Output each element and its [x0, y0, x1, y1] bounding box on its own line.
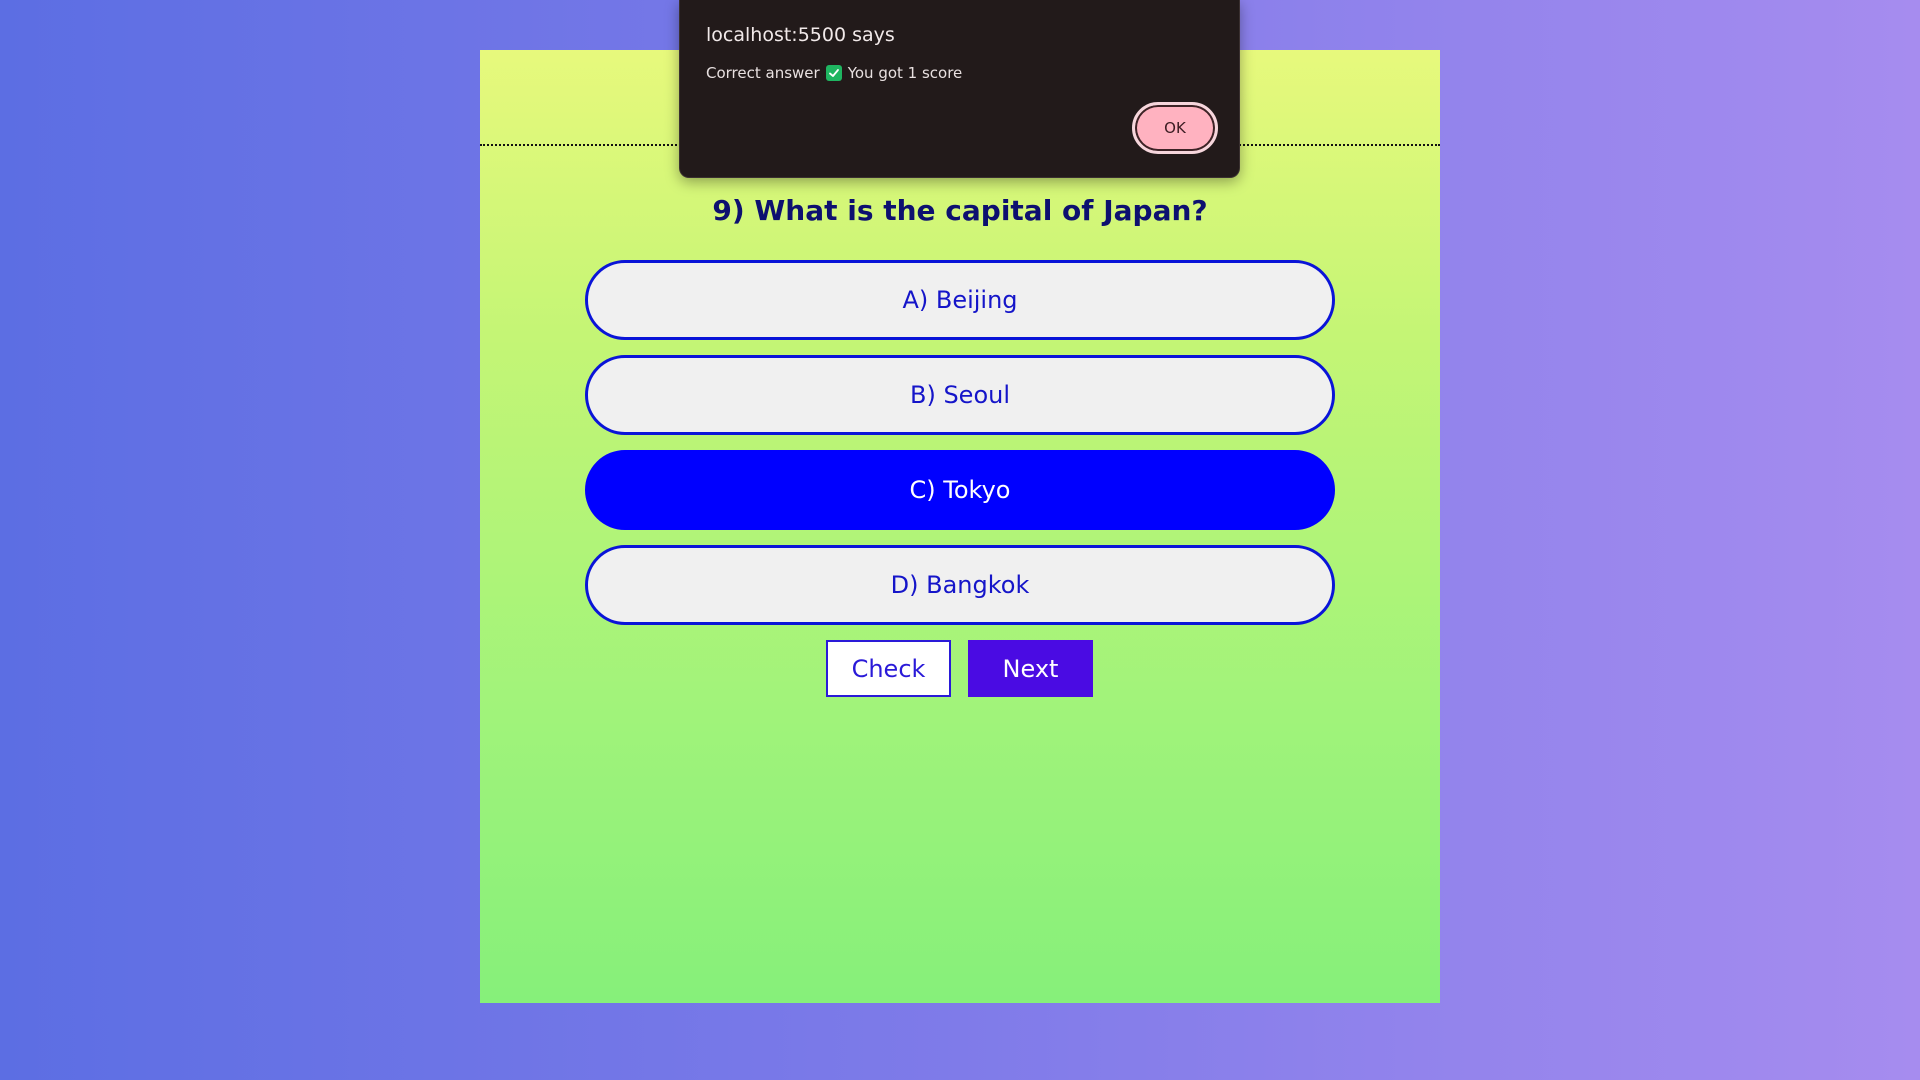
dialog-score-text: You got 1 score	[847, 64, 963, 82]
ok-button[interactable]: OK	[1132, 102, 1218, 154]
next-button[interactable]: Next	[968, 640, 1093, 697]
alert-dialog: localhost:5500 says Correct answer You g…	[679, 0, 1240, 178]
option-c-button[interactable]: C) Tokyo	[585, 450, 1335, 530]
option-d-button[interactable]: D) Bangkok	[585, 545, 1335, 625]
option-b-button[interactable]: B) Seoul	[585, 355, 1335, 435]
dialog-message-text: Correct answer	[706, 64, 820, 82]
check-mark-icon	[825, 65, 842, 81]
option-a-button[interactable]: A) Beijing	[585, 260, 1335, 340]
check-button[interactable]: Check	[826, 640, 951, 697]
quiz-card: 9) What is the capital of Japan? A) Beij…	[480, 50, 1440, 1003]
dialog-message: Correct answer You got 1 score	[706, 64, 962, 82]
question-text: 9) What is the capital of Japan?	[712, 194, 1208, 227]
dialog-title: localhost:5500 says	[706, 24, 895, 46]
